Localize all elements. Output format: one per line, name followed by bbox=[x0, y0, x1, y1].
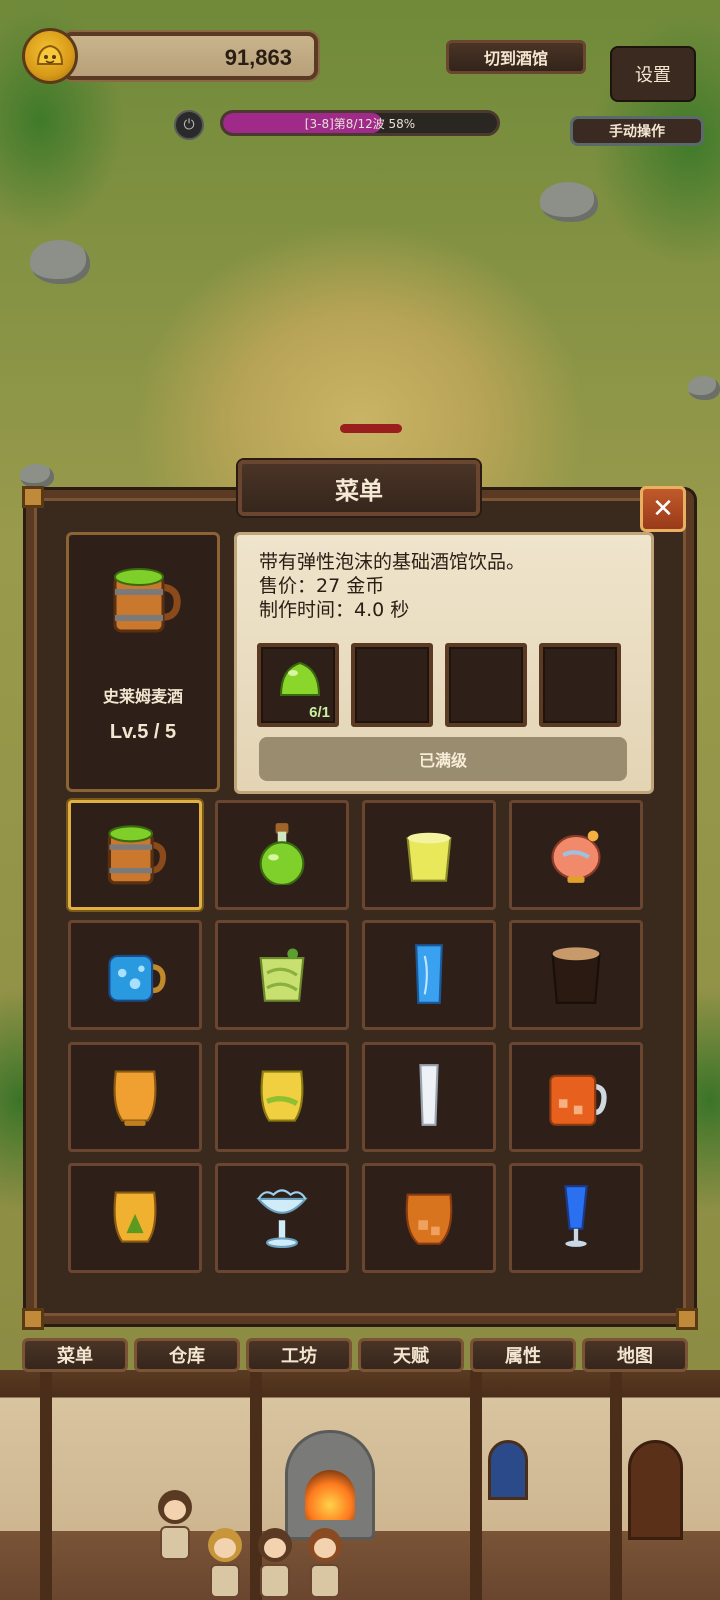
tab-map[interactable]: 地图 bbox=[582, 1338, 688, 1372]
menu-title: 菜单 bbox=[238, 460, 480, 516]
green-potion-flask-icon bbox=[250, 821, 314, 889]
item-description: 带有弹性泡沫的基础酒馆饮品。 bbox=[259, 551, 526, 573]
rock-decoration bbox=[20, 464, 54, 488]
peach-cocktail-icon bbox=[544, 821, 608, 889]
ingredient-count: 6/1 bbox=[309, 704, 330, 721]
drink-slot[interactable] bbox=[362, 800, 496, 910]
drink-slot[interactable] bbox=[68, 920, 202, 1030]
drink-slot[interactable] bbox=[215, 1042, 349, 1152]
slime-ale-mug-icon bbox=[109, 563, 183, 639]
switch-to-tavern-button[interactable]: 切到酒馆 bbox=[446, 40, 586, 74]
herbal-brandy-glass-icon bbox=[103, 1184, 167, 1252]
yellow-juice-glass-icon bbox=[250, 1063, 314, 1131]
item-info-card: 带有弹性泡沫的基础酒馆饮品。 售价：27 金币 制作时间：4.0 秒 6/1 已… bbox=[234, 532, 654, 794]
drink-slot[interactable] bbox=[362, 920, 496, 1030]
drag-handle[interactable] bbox=[340, 424, 402, 433]
drink-slot[interactable] bbox=[68, 800, 202, 910]
item-name: 史莱姆麦酒 bbox=[102, 687, 183, 706]
panel-corner bbox=[22, 486, 44, 508]
ingredient-slot-empty[interactable] bbox=[351, 643, 433, 727]
drink-slot[interactable] bbox=[509, 920, 643, 1030]
bottom-nav: 菜单 仓库 工坊 天赋 属性 地图 bbox=[12, 1338, 708, 1384]
slime-ale-mug-icon bbox=[103, 821, 167, 889]
power-icon[interactable]: ⏻ bbox=[174, 110, 204, 140]
tavern-npc[interactable] bbox=[158, 1490, 192, 1560]
item-level: Lv.5 / 5 bbox=[109, 721, 177, 743]
max-level-button[interactable]: 已满级 bbox=[259, 737, 627, 781]
green-slime-icon bbox=[277, 657, 323, 707]
frost-goblet-icon bbox=[250, 1184, 314, 1252]
milk-glass-icon bbox=[397, 1063, 461, 1131]
wave-progress-text: [3-8]第8/12波 58% bbox=[304, 117, 416, 131]
settings-button[interactable]: 设置 bbox=[610, 46, 696, 102]
drink-slot[interactable] bbox=[68, 1163, 202, 1273]
coin-value: 91,863 bbox=[224, 45, 292, 70]
rock-decoration bbox=[540, 182, 598, 222]
iced-amber-glass-icon bbox=[397, 1184, 461, 1252]
tavern-door bbox=[628, 1440, 683, 1540]
drink-slot[interactable] bbox=[362, 1042, 496, 1152]
drink-slot[interactable] bbox=[68, 1042, 202, 1152]
coin-counter: 91,863 bbox=[22, 28, 318, 84]
blue-bubble-mug-icon bbox=[103, 941, 167, 1009]
coin-bar: 91,863 bbox=[62, 32, 318, 80]
rock-decoration bbox=[30, 240, 90, 284]
manual-operation-button[interactable]: 手动操作 bbox=[570, 116, 704, 146]
tab-attributes[interactable]: 属性 bbox=[470, 1338, 576, 1372]
tavern-beam bbox=[610, 1370, 622, 1600]
tavern-npc[interactable] bbox=[258, 1528, 292, 1598]
tavern-beam bbox=[470, 1370, 482, 1600]
ingredient-slot-empty[interactable] bbox=[539, 643, 621, 727]
tavern-beam bbox=[40, 1370, 52, 1600]
tavern-npc[interactable] bbox=[308, 1528, 342, 1598]
item-craft-time: 制作时间：4.0 秒 bbox=[259, 599, 410, 621]
mint-smoothie-icon bbox=[250, 941, 314, 1009]
blue-tall-cocktail-icon bbox=[544, 1184, 608, 1252]
drink-slot[interactable] bbox=[509, 1163, 643, 1273]
amber-whiskey-glass-icon bbox=[103, 1063, 167, 1131]
drink-slot[interactable] bbox=[509, 1042, 643, 1152]
ingredient-slot-empty[interactable] bbox=[445, 643, 527, 727]
lemon-drink-glass-icon bbox=[397, 821, 461, 889]
drink-slot[interactable] bbox=[362, 1163, 496, 1273]
rock-decoration bbox=[688, 376, 720, 400]
dark-stout-glass-icon bbox=[544, 941, 608, 1009]
tavern-window bbox=[488, 1440, 528, 1500]
ice-tea-mug-icon bbox=[544, 1063, 608, 1131]
tab-talent[interactable]: 天赋 bbox=[358, 1338, 464, 1372]
tab-workshop[interactable]: 工坊 bbox=[246, 1338, 352, 1372]
drink-slot[interactable] bbox=[215, 1163, 349, 1273]
tavern-npc[interactable] bbox=[208, 1528, 242, 1598]
drink-slot[interactable] bbox=[215, 920, 349, 1030]
slime-coin-icon bbox=[22, 28, 78, 84]
drink-slot[interactable] bbox=[509, 800, 643, 910]
tab-menu[interactable]: 菜单 bbox=[22, 1338, 128, 1372]
item-price: 售价：27 金币 bbox=[259, 575, 385, 597]
drink-slot[interactable] bbox=[215, 800, 349, 910]
wave-progress-bar: [3-8]第8/12波 58% bbox=[220, 110, 500, 136]
ingredient-slot[interactable]: 6/1 bbox=[257, 643, 339, 727]
selected-item-card: 史莱姆麦酒 Lv.5 / 5 bbox=[66, 532, 220, 792]
panel-corner bbox=[676, 1308, 698, 1330]
fire-icon bbox=[305, 1470, 355, 1520]
tab-warehouse[interactable]: 仓库 bbox=[134, 1338, 240, 1372]
blue-soda-glass-icon bbox=[397, 941, 461, 1009]
panel-corner bbox=[22, 1308, 44, 1330]
close-button[interactable]: ✕ bbox=[640, 486, 686, 532]
